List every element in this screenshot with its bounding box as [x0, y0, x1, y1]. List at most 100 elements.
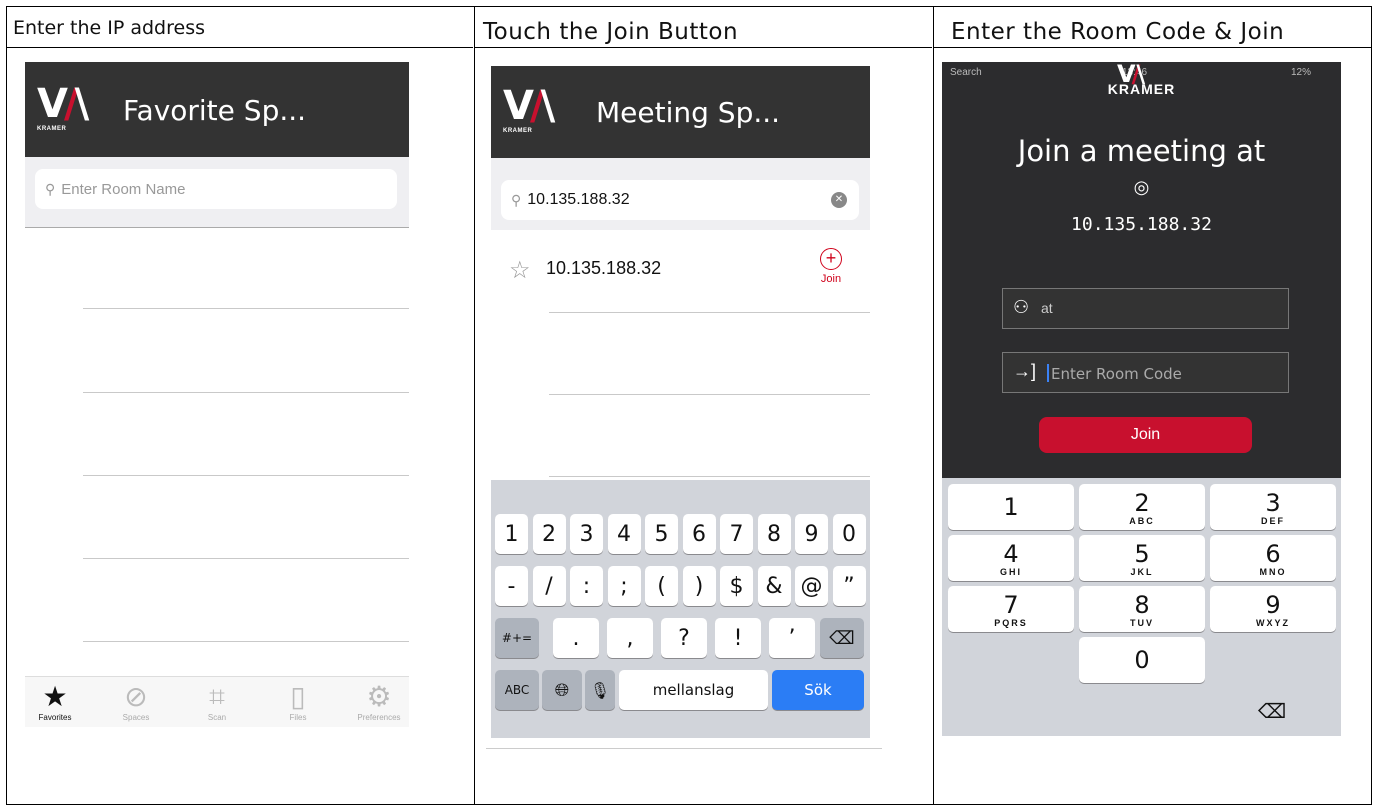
screen-title: Favorite Sp... [123, 94, 307, 127]
globe-key[interactable]: 🌐︎ [542, 670, 582, 710]
list-separator [83, 558, 409, 559]
clear-icon[interactable]: ✕ [831, 192, 847, 208]
numpad-key[interactable]: 3 DEF [1210, 484, 1336, 530]
tab-files[interactable]: ▯ Files [268, 681, 328, 722]
symbol-key[interactable]: / [532, 566, 566, 606]
search-area: ⚲ 10.135.188.32 ✕ [491, 158, 870, 230]
numpad-key[interactable]: 8 TUV [1079, 586, 1205, 632]
room-ip: 10.135.188.32 [546, 258, 662, 278]
ios-keyboard: #+= ⌫ ABC 🌐︎ 🎙︎ mellanslag Sök 123456789… [491, 480, 870, 738]
digit-key[interactable]: 5 [645, 514, 678, 554]
symbol-key[interactable]: @ [795, 566, 828, 606]
numpad-key[interactable]: 2 ABC [1079, 484, 1205, 530]
tab-favorites[interactable]: ★ Favorites [25, 681, 85, 722]
divider [25, 227, 409, 228]
tab-bar: ★ Favorites ⊘ Spaces ⌗ Scan ▯ Files ⚙ Pr… [25, 676, 409, 727]
symbol-key[interactable]: ; [607, 566, 641, 606]
meeting-spaces-screen: V/\ KRAMER Meeting Sp... ⚲ 10.135.188.32… [491, 66, 870, 738]
file-icon: ▯ [290, 681, 306, 712]
backspace-icon: ⌫ [829, 627, 855, 649]
plus-circle-icon: + [820, 248, 842, 270]
tab-preferences[interactable]: ⚙ Preferences [349, 681, 409, 722]
tab-spaces[interactable]: ⊘ Spaces [106, 681, 166, 722]
numpad-key[interactable]: 4 GHI [948, 535, 1074, 581]
symbols-key[interactable]: #+= [495, 618, 539, 658]
room-search-input[interactable]: ⚲ Enter Room Name [35, 169, 397, 209]
numeric-keypad: ⌫ 1 2 ABC 3 DEF 4 GHI 5 JKL 6 MNO 7 PQRS 8 TUV 9 WXYZ 0 [942, 478, 1341, 736]
column-divider [933, 7, 934, 804]
symbol-key[interactable]: & [757, 566, 791, 606]
symbol-key[interactable]: ” [832, 566, 866, 606]
list-separator [83, 475, 409, 476]
search-value: 10.135.188.32 [527, 191, 630, 208]
symbol-key[interactable]: ( [645, 566, 678, 606]
favorites-screen: V/\ KRAMER Favorite Sp... ⚲ Enter Room N… [25, 62, 409, 727]
digit-key[interactable]: 4 [607, 514, 641, 554]
tab-scan[interactable]: ⌗ Scan [187, 681, 247, 722]
digit-key[interactable]: 0 [832, 514, 866, 554]
text-cursor [1047, 364, 1049, 382]
symbol-key[interactable]: : [570, 566, 603, 606]
search-placeholder: Enter Room Name [61, 180, 186, 198]
punctuation-key[interactable]: . [553, 618, 599, 658]
backspace-key[interactable]: ⌫ [820, 618, 864, 658]
column-divider [474, 7, 475, 804]
name-field[interactable]: ⚇ at [1002, 288, 1289, 329]
backspace-icon: ⌫ [1257, 699, 1287, 723]
star-icon: ★ [42, 681, 68, 712]
digit-key[interactable]: 7 [720, 514, 753, 554]
space-key[interactable]: mellanslag [619, 670, 768, 710]
digit-key[interactable]: 1 [495, 514, 528, 554]
via-logo: V/\ KRAMER [37, 81, 89, 132]
search-area: ⚲ Enter Room Name [25, 157, 409, 227]
list-separator [549, 476, 870, 477]
symbol-key[interactable]: - [495, 566, 528, 606]
join-heading: Join a meeting at [1017, 134, 1266, 168]
search-icon: ⚲ [45, 180, 56, 197]
numpad-key[interactable]: 0 [1079, 637, 1205, 683]
numpad-key[interactable]: 9 WXYZ [1210, 586, 1336, 632]
punctuation-key[interactable]: , [607, 618, 653, 658]
search-icon: ⚲ [511, 191, 522, 208]
globe-icon: 🌐︎ [554, 679, 570, 701]
microphone-key[interactable]: 🎙︎ [585, 670, 615, 710]
backspace-key[interactable]: ⌫ [1210, 690, 1334, 732]
meeting-ip: 10.135.188.32 [1071, 214, 1212, 235]
screen-title: Meeting Sp... [596, 96, 781, 129]
digit-key[interactable]: 6 [682, 514, 716, 554]
search-key[interactable]: Sök [772, 670, 864, 710]
user-icon: ⚇ [1013, 297, 1030, 317]
column-header-2: Touch the Join Button [483, 19, 739, 45]
symbol-key[interactable]: ) [682, 566, 716, 606]
punctuation-key[interactable]: ? [661, 618, 707, 658]
digit-key[interactable]: 8 [757, 514, 791, 554]
column-header-3: Enter the Room Code & Join [951, 19, 1285, 45]
enter-icon: →] [1013, 361, 1037, 381]
star-outline-icon[interactable]: ☆ [509, 256, 531, 285]
numpad-key[interactable]: 7 PQRS [948, 586, 1074, 632]
digit-key[interactable]: 3 [570, 514, 603, 554]
compass-icon: ⊘ [124, 681, 148, 712]
app-header: V/\ KRAMER Favorite Sp... [25, 62, 409, 157]
numpad-key[interactable]: 1 [948, 484, 1074, 530]
app-header: V/\ KRAMER Meeting Sp... [491, 66, 870, 158]
microphone-icon: 🎙︎ [589, 680, 611, 700]
via-logo: V/\ KRAMER [503, 83, 555, 134]
punctuation-key[interactable]: ’ [769, 618, 815, 658]
gear-icon: ⚙ [366, 681, 392, 712]
join-button[interactable]: Join [1039, 417, 1252, 453]
numpad-key[interactable]: 5 JKL [1079, 535, 1205, 581]
room-search-input[interactable]: ⚲ 10.135.188.32 ✕ [501, 180, 859, 220]
punctuation-key[interactable]: ! [715, 618, 761, 658]
symbol-key[interactable]: $ [720, 566, 753, 606]
room-code-field[interactable]: →] Enter Room Code [1002, 352, 1289, 393]
list-item[interactable]: ☆ 10.135.188.32 + Join [491, 234, 870, 312]
qr-scan-icon: ⌗ [209, 681, 225, 712]
digit-key[interactable]: 2 [532, 514, 566, 554]
kramer-label: KRAMER [1107, 81, 1176, 97]
numpad-key[interactable]: 6 MNO [1210, 535, 1336, 581]
abc-key[interactable]: ABC [495, 670, 539, 710]
digit-key[interactable]: 9 [795, 514, 828, 554]
list-separator [549, 394, 870, 395]
join-button[interactable]: + Join [813, 248, 849, 285]
